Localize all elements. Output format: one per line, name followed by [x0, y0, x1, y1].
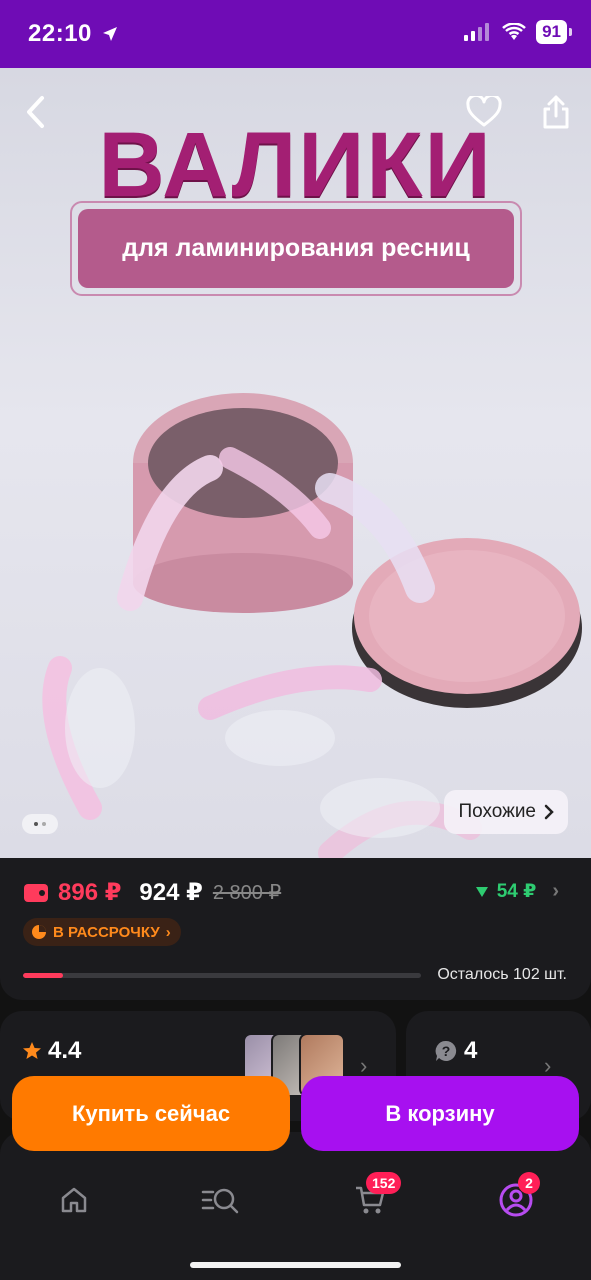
battery-icon: 91 [536, 20, 572, 44]
pager-dot [42, 822, 46, 826]
stock-progress-bar [23, 973, 421, 978]
card-price: 896 ₽ [58, 879, 122, 906]
rating-value: 4.4 [48, 1037, 82, 1064]
nav-home[interactable] [52, 1180, 96, 1220]
svg-text:?: ? [442, 1043, 451, 1059]
stock-progress-fill [23, 973, 63, 978]
similar-label: Похожие [458, 801, 536, 822]
buy-now-button[interactable]: Купить сейчас [12, 1076, 290, 1151]
nav-catalog[interactable] [198, 1180, 242, 1220]
chevron-right-icon [544, 804, 554, 820]
star-icon [23, 1042, 41, 1059]
add-to-cart-button[interactable]: В корзину [301, 1076, 579, 1151]
wifi-icon [502, 23, 526, 40]
rating: 4.4 [22, 1037, 81, 1065]
cart-badge: 152 [366, 1172, 402, 1194]
pie-icon [32, 925, 46, 939]
price-row: 896 ₽ 924 ₽ 2 800 ₽ [24, 878, 281, 907]
bonus-points[interactable]: 54 ₽ › [475, 880, 559, 903]
home-indicator [190, 1262, 401, 1268]
triangle-down-icon [475, 886, 488, 897]
bottom-nav: 152 2 [0, 1132, 591, 1280]
battery-level: 91 [542, 22, 561, 41]
location-arrow-icon [103, 27, 118, 41]
question-bubble-icon: ? [435, 1040, 457, 1061]
chevron-left-icon [27, 96, 44, 128]
share-button[interactable] [534, 90, 578, 134]
favorite-button[interactable] [462, 90, 506, 134]
product-image[interactable]: ВАЛИКИ для ламинирования ресниц Похожие [0, 68, 591, 858]
installment-badge[interactable]: В РАССРОЧКУ › [23, 918, 181, 946]
image-pager[interactable] [22, 814, 58, 834]
wallet-icon [24, 883, 48, 902]
share-icon [543, 95, 569, 129]
status-bar: 22:10 91 [0, 0, 591, 68]
back-button[interactable] [14, 90, 58, 134]
pager-dot-active [34, 822, 38, 826]
old-price: 2 800 ₽ [212, 882, 282, 904]
home-icon [61, 1187, 87, 1213]
signal-icon [464, 23, 490, 41]
status-time: 22:10 [28, 20, 119, 48]
questions-count: ? 4 [434, 1037, 477, 1065]
status-icons: 91 [464, 20, 572, 44]
price-card: 896 ₽ 924 ₽ 2 800 ₽ 54 ₽ › В РАССРОЧКУ ›… [0, 858, 591, 1000]
questions-value: 4 [464, 1037, 478, 1064]
promo-subtitle: для ламинирования ресниц [78, 209, 514, 288]
nav-profile[interactable]: 2 [494, 1172, 540, 1220]
catalog-search-icon [201, 1188, 239, 1214]
profile-badge: 2 [518, 1172, 540, 1194]
chevron-right-icon: › [165, 923, 171, 941]
time-text: 22:10 [28, 20, 92, 47]
heart-icon [466, 96, 502, 127]
similar-button[interactable]: Похожие [444, 790, 568, 834]
stock-remaining: Осталось 102 шт. [437, 966, 567, 983]
price: 924 ₽ [139, 879, 203, 906]
nav-cart[interactable]: 152 [348, 1172, 402, 1220]
installment-label: В РАССРОЧКУ [53, 923, 160, 941]
bonus-value: 54 ₽ [496, 881, 537, 902]
chevron-right-icon: › [552, 880, 559, 902]
